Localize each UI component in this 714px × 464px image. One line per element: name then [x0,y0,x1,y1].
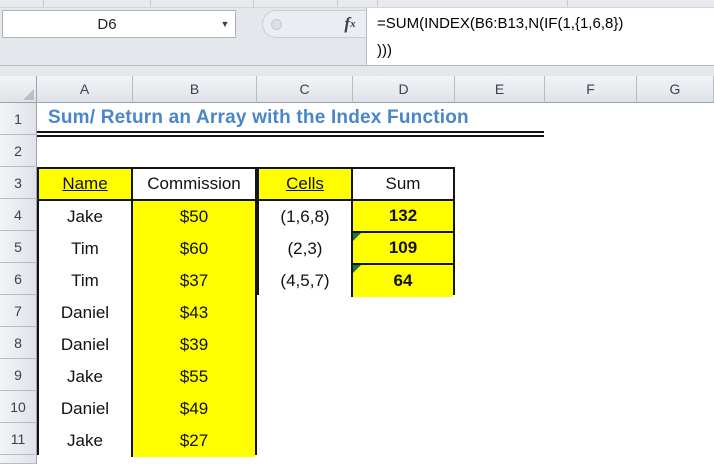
cell-a5[interactable]: Tim [39,233,133,265]
error-indicator-icon [353,233,361,241]
row-header-3[interactable]: 3 [0,167,37,199]
cell-b8[interactable]: $39 [133,329,255,361]
row-header-12-partial[interactable] [0,455,37,464]
row-header-2[interactable]: 2 [0,135,37,167]
cell-a8[interactable]: Daniel [39,329,133,361]
name-column-header-cell[interactable]: Name [39,169,133,201]
cell-b7[interactable]: $43 [133,297,255,329]
row-header-8[interactable]: 8 [0,327,37,359]
cell-d5[interactable]: 109 [353,233,453,265]
title-double-underline [37,131,544,137]
column-header-d[interactable]: D [353,76,455,103]
insert-function-button[interactable]: fx [334,10,366,38]
cell-c6[interactable]: (4,5,7) [259,265,353,297]
sum-column-header-cell[interactable]: Sum [353,169,453,201]
excel-window: D6 ▼ fx =SUM(INDEX(B6:B13,N(IF(1,{1,6,8}… [0,0,714,464]
cell-b9[interactable]: $55 [133,361,255,393]
cell-a7[interactable]: Daniel [39,297,133,329]
cell-b4[interactable]: $50 [133,201,255,233]
cell-a9[interactable]: Jake [39,361,133,393]
row-header-6[interactable]: 6 [0,263,37,295]
row-header-9[interactable]: 9 [0,359,37,391]
formula-input[interactable]: =SUM(INDEX(B6:B13,N(IF(1,{1,6,8}) ))) [366,8,714,65]
column-header-b[interactable]: B [133,76,257,103]
column-header-c[interactable]: C [257,76,353,103]
formula-bar-bottom-border [0,65,714,66]
cell-a11[interactable]: Jake [39,425,133,457]
column-header-f[interactable]: F [545,76,637,103]
formula-bar-region: D6 ▼ fx =SUM(INDEX(B6:B13,N(IF(1,{1,6,8}… [0,0,714,76]
cell-d6[interactable]: 64 [353,265,453,297]
formula-bar-resize-handle[interactable] [271,19,282,30]
row-header-10[interactable]: 10 [0,391,37,423]
cell-a4[interactable]: Jake [39,201,133,233]
name-box[interactable]: D6 ▼ [2,10,236,38]
cell-b6[interactable]: $37 [133,265,255,297]
cell-c4[interactable]: (1,6,8) [259,201,353,233]
cell-b11[interactable]: $27 [133,425,255,457]
cell-a6[interactable]: Tim [39,265,133,297]
row-header-1[interactable]: 1 [0,103,37,135]
cell-c5[interactable]: (2,3) [259,233,353,265]
name-box-value: D6 [97,15,117,33]
cell-d4[interactable]: 132 [353,201,453,233]
formula-line-2: ))) [377,42,392,59]
row-header-7[interactable]: 7 [0,295,37,327]
row-header-11[interactable]: 11 [0,423,37,455]
commission-table: Name Commission Jake $50 Tim $60 Tim $37… [37,167,257,457]
row-header-5[interactable]: 5 [0,231,37,263]
column-header-e[interactable]: E [455,76,545,103]
select-all-corner[interactable] [0,76,37,103]
cell-a10[interactable]: Daniel [39,393,133,425]
name-box-dropdown-icon[interactable]: ▼ [215,11,235,37]
sum-table: Cells Sum (1,6,8) 132 (2,3) 109 (4,5,7) … [257,167,455,297]
cells-column-header-cell[interactable]: Cells [259,169,353,201]
commission-column-header-cell[interactable]: Commission [133,169,255,201]
select-all-triangle-icon [23,89,34,100]
cell-b10[interactable]: $49 [133,393,255,425]
column-header-a[interactable]: A [37,76,133,103]
cell-b5[interactable]: $60 [133,233,255,265]
ribbon-bottom-strip [0,0,714,8]
formula-line-1: =SUM(INDEX(B6:B13,N(IF(1,{1,6,8}) [377,15,624,32]
error-indicator-icon [353,265,361,273]
row-header-4[interactable]: 4 [0,199,37,231]
column-header-g[interactable]: G [637,76,714,103]
